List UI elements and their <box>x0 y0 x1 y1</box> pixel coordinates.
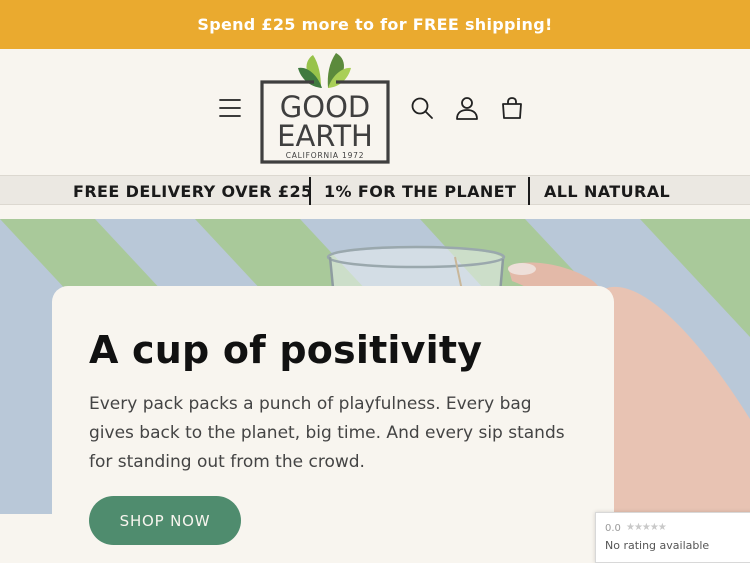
logo-text-line3: CALIFORNIA 1972 <box>286 151 365 160</box>
rating-stars-icon: ★★★★★ <box>626 522 667 533</box>
hero-description: Every pack packs a punch of playfulness.… <box>89 394 565 472</box>
cart-icon[interactable] <box>499 95 525 121</box>
search-icon[interactable] <box>409 95 435 121</box>
feature-divider <box>309 177 311 205</box>
rating-note: No rating available <box>605 539 710 552</box>
good-earth-logo[interactable]: GOOD EARTH CALIFORNIA 1972 <box>258 52 392 164</box>
rating-score: 0.0 <box>605 523 621 534</box>
account-icon[interactable] <box>454 95 480 121</box>
menu-icon[interactable] <box>217 95 243 121</box>
announcement-bar: Spend £25 more to for FREE shipping! <box>0 0 750 49</box>
feature-divider <box>528 177 530 205</box>
logo-text-line2: EARTH <box>277 119 373 153</box>
hero-card: A cup of positivity Every pack packs a p… <box>52 286 614 563</box>
rating-badge[interactable]: 0.0 ★★★★★ No rating available <box>595 512 750 563</box>
feature-one-percent: 1% FOR THE PLANET <box>324 181 517 201</box>
feature-bar: FREE DELIVERY OVER £25 1% FOR THE PLANET… <box>0 175 750 205</box>
hero-title: A cup of positivity <box>89 328 483 372</box>
announcement-text: Spend £25 more to for FREE shipping! <box>197 15 553 34</box>
shop-now-button[interactable]: SHOP NOW <box>89 496 241 545</box>
feature-all-natural: ALL NATURAL <box>544 181 671 201</box>
feature-free-delivery: FREE DELIVERY OVER £25 <box>73 181 313 201</box>
